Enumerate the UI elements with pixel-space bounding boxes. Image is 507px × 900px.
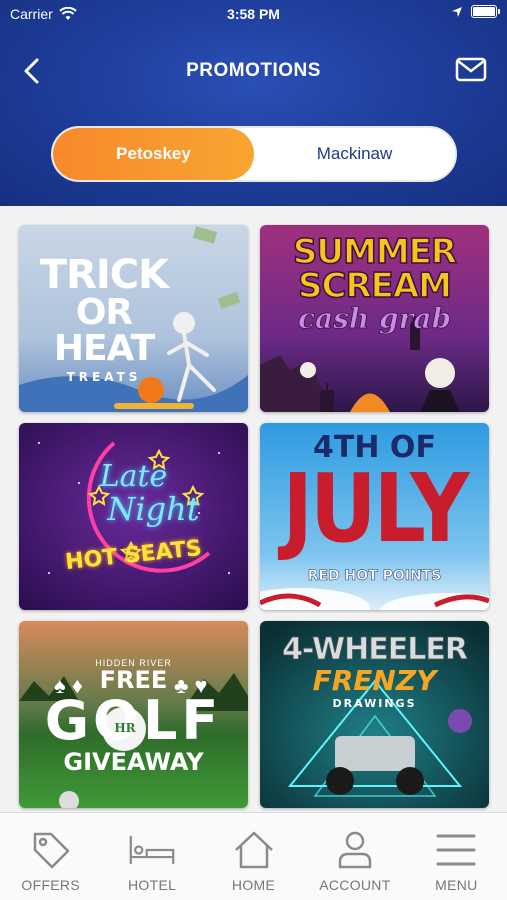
promo-summer-line1: SUMMER [292, 232, 458, 272]
promo-wheeler-line1: 4-WHEELER [282, 632, 469, 667]
mail-icon [455, 57, 487, 82]
promo-late-line2: Night [107, 489, 200, 528]
menu-icon [433, 829, 479, 871]
tab-menu[interactable]: MENU [406, 813, 507, 900]
battery-icon [471, 5, 500, 18]
promotions-grid: TRICK OR HEAT TREATS SUMMER SCREAM cash … [0, 206, 507, 812]
promo-card-golf-giveaway[interactable]: HIDDEN RIVER FREE GOLF GIVEAWAY HR ♠ ♦ ♣… [19, 621, 248, 808]
header: Carrier 3:58 PM PROMOTIONS Petoskey Mack… [0, 0, 507, 206]
tab-offers-label: OFFERS [21, 877, 80, 893]
status-time: 3:58 PM [227, 6, 280, 22]
messages-button[interactable] [455, 56, 487, 84]
location-arrow-icon [452, 6, 462, 17]
tab-bar: OFFERS HOTEL HOME ACCOUNT MENU [0, 812, 507, 900]
status-right [451, 5, 500, 18]
tab-account-label: ACCOUNT [319, 877, 391, 893]
location-toggle: Petoskey Mackinaw [51, 126, 457, 182]
promo-card-summer-scream[interactable]: SUMMER SCREAM cash grab [260, 225, 489, 412]
bed-icon [129, 829, 175, 871]
user-icon [332, 829, 378, 871]
home-icon [231, 829, 277, 871]
promo-card-late-night[interactable]: Late Night HOT SEATS [19, 423, 248, 610]
promo-wheeler-line2: FRENZY [312, 664, 437, 697]
promo-trick-line3: TREATS [66, 370, 142, 384]
tab-home-label: HOME [231, 877, 276, 893]
card-suits-right: ♣ ♥ [174, 673, 208, 698]
promo-card-4th-of-july[interactable]: 4TH OF JULY RED HOT POINTS [260, 423, 489, 610]
promo-summer-line3: cash grab [297, 302, 452, 335]
promo-wheeler-line3: DRAWINGS [332, 697, 417, 710]
promo-card-4-wheeler-frenzy[interactable]: 4-WHEELER FRENZY DRAWINGS [260, 621, 489, 808]
promo-trick-line2: OR HEAT [53, 292, 155, 369]
tab-home[interactable]: HOME [203, 813, 304, 900]
promo-summer-line2: SCREAM [297, 266, 453, 306]
promo-july-line3: RED HOT POINTS [307, 568, 442, 584]
tab-offers[interactable]: OFFERS [0, 813, 101, 900]
promo-late-line1: Late [99, 459, 168, 494]
nav-bar: PROMOTIONS [0, 48, 507, 94]
card-suits-left: ♠ ♦ [54, 673, 84, 698]
location-mackinaw-button[interactable]: Mackinaw [254, 128, 455, 180]
tab-menu-label: MENU [435, 877, 478, 893]
location-petoskey-button[interactable]: Petoskey [53, 128, 254, 180]
tag-icon [28, 829, 74, 871]
tab-hotel[interactable]: HOTEL [101, 813, 202, 900]
hidden-river-logo: HR [114, 721, 136, 735]
tab-hotel-label: HOTEL [128, 877, 177, 893]
promo-july-line2: JULY [282, 454, 470, 565]
promo-golf-line3: GIVEAWAY [63, 748, 204, 776]
promo-trick-line1: TRICK [39, 252, 169, 298]
tab-account[interactable]: ACCOUNT [304, 813, 405, 900]
status-bar: Carrier 3:58 PM [0, 0, 507, 28]
page-title: PROMOTIONS [186, 60, 321, 81]
promo-card-trick-or-heat[interactable]: TRICK OR HEAT TREATS [19, 225, 248, 412]
